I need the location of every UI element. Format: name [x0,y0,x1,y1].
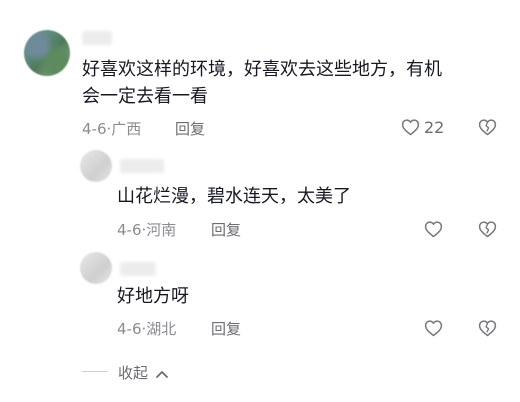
collapse-replies-button[interactable]: 收起 [118,362,169,383]
reply-button[interactable]: 回复 [211,219,241,240]
username-blurred[interactable] [120,159,164,173]
reply-location: 河南 [146,221,177,239]
collapse-label: 收起 [118,364,149,382]
comment-date: 4-6 [82,120,107,138]
reply-location: 湖北 [146,320,177,338]
avatar[interactable] [80,150,112,182]
reply-text: 山花烂漫，碧水连天，太美了 [117,186,351,207]
reply-meta: 4-6·河南 [117,219,176,240]
reply-text: 好地方呀 [117,286,189,307]
avatar[interactable] [24,30,70,76]
reply-meta: 4-6·湖北 [117,318,176,339]
comment-meta: 4-6·广西 [82,118,141,139]
heart-outline-icon[interactable] [424,319,443,337]
reply-date: 4-6 [117,221,142,239]
reply-date: 4-6 [117,320,142,338]
reply-button[interactable]: 回复 [211,318,241,339]
broken-heart-icon[interactable] [478,319,497,337]
collapse-divider [82,371,108,372]
username-blurred[interactable] [120,262,156,276]
comment-text: 好喜欢这样的环境，好喜欢去这些地方，有机 会一定去看一看 [82,56,442,110]
heart-outline-icon[interactable] [424,220,443,238]
broken-heart-icon[interactable] [478,220,497,238]
comment-location: 广西 [111,120,142,138]
like-count: 22 [424,118,445,137]
username-blurred[interactable] [82,31,112,45]
broken-heart-icon[interactable] [478,118,497,136]
reply-button[interactable]: 回复 [175,118,205,139]
avatar[interactable] [80,252,112,284]
heart-outline-icon[interactable] [401,118,420,136]
comment-text-line: 会一定去看一看 [82,86,208,107]
comment-text-line: 好喜欢这样的环境，好喜欢去这些地方，有机 [82,59,442,80]
chevron-up-icon [155,369,169,379]
